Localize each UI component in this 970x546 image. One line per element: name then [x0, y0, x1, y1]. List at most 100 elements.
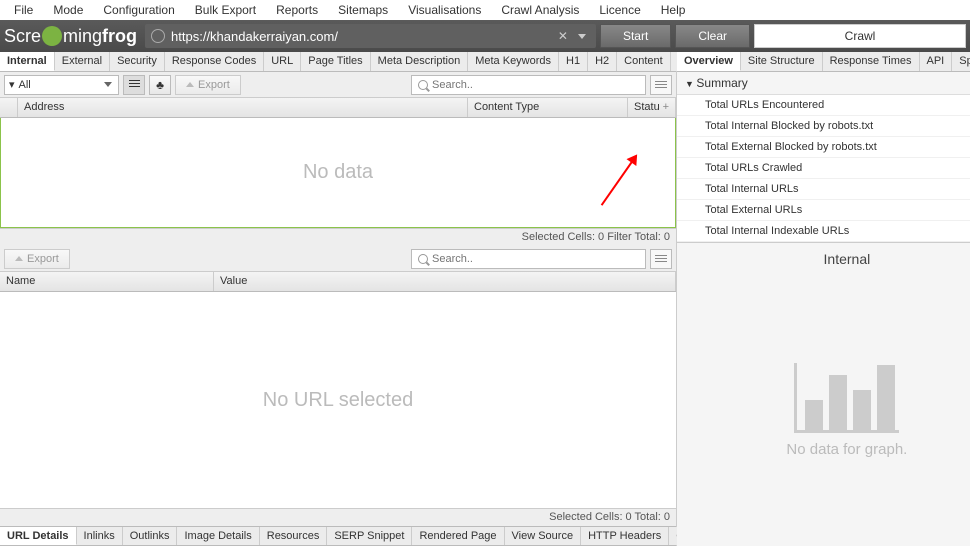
summary-item[interactable]: Total External Blocked by robots.txt	[677, 137, 970, 158]
detail-options-button[interactable]	[650, 249, 672, 269]
add-column-icon[interactable]: +	[663, 101, 669, 113]
tab-page-titles[interactable]: Page Titles	[301, 52, 370, 71]
url-bar[interactable]: ✕	[145, 24, 596, 48]
rtab-spelling-[interactable]: Spelling &	[952, 52, 970, 71]
clear-button[interactable]: Clear	[675, 24, 750, 48]
btab-http-headers[interactable]: HTTP Headers	[581, 527, 669, 545]
btab-image-details[interactable]: Image Details	[177, 527, 259, 545]
rtab-api[interactable]: API	[920, 52, 953, 71]
rtab-response-times[interactable]: Response Times	[823, 52, 920, 71]
chart-placeholder: No data for graph.	[786, 275, 907, 546]
detail-export-button[interactable]: Export	[4, 249, 70, 269]
tab-internal[interactable]: Internal	[0, 52, 55, 71]
grid-col-num[interactable]	[0, 98, 18, 117]
export-label: Export	[27, 253, 59, 265]
menu-crawl-analysis[interactable]: Crawl Analysis	[491, 1, 589, 19]
menu-bar: FileModeConfigurationBulk ExportReportsS…	[0, 0, 970, 20]
summary-item[interactable]: Total Internal Indexable URLs	[677, 221, 970, 242]
rtab-site-structure[interactable]: Site Structure	[741, 52, 823, 71]
top-tabs: InternalExternalSecurityResponse CodesUR…	[0, 52, 676, 72]
search-field[interactable]	[411, 75, 646, 95]
bar-chart-icon	[794, 363, 899, 433]
detail-header: Name Value	[0, 272, 676, 292]
tab-h2[interactable]: H2	[588, 52, 617, 71]
tab-response-codes[interactable]: Response Codes	[165, 52, 264, 71]
filter-label: All	[19, 79, 31, 91]
export-label: Export	[198, 79, 230, 91]
detail-toolbar: Export	[0, 246, 676, 272]
tab-external[interactable]: External	[55, 52, 110, 71]
options-button[interactable]	[650, 75, 672, 95]
bottom-tabs: URL DetailsInlinksOutlinksImage DetailsR…	[0, 526, 676, 546]
filter-select[interactable]: ▾All	[4, 75, 119, 95]
menu-mode[interactable]: Mode	[43, 1, 93, 19]
logo-text: frog	[102, 26, 137, 47]
tab-content[interactable]: Content	[617, 52, 671, 71]
menu-reports[interactable]: Reports	[266, 1, 328, 19]
btab-outlinks[interactable]: Outlinks	[123, 527, 178, 545]
tree-icon: ♣	[156, 78, 164, 92]
menu-sitemaps[interactable]: Sitemaps	[328, 1, 398, 19]
menu-configuration[interactable]: Configuration	[93, 1, 184, 19]
menu-file[interactable]: File	[4, 1, 43, 19]
summary-item[interactable]: Total Internal Blocked by robots.txt	[677, 116, 970, 137]
btab-resources[interactable]: Resources	[260, 527, 328, 545]
url-input[interactable]	[171, 29, 552, 44]
chart-empty-text: No data for graph.	[786, 441, 907, 458]
menu-licence[interactable]: Licence	[589, 1, 650, 19]
options-icon	[655, 81, 667, 89]
right-tabs: OverviewSite StructureResponse TimesAPIS…	[677, 52, 970, 72]
btab-serp-snippet[interactable]: SERP Snippet	[327, 527, 412, 545]
upload-icon	[15, 256, 23, 261]
mode-indicator[interactable]: Crawl	[754, 24, 966, 48]
clear-url-icon[interactable]: ✕	[558, 29, 568, 43]
menu-bulk-export[interactable]: Bulk Export	[185, 1, 266, 19]
summary-item[interactable]: Total URLs Crawled	[677, 158, 970, 179]
grid-status: Selected Cells: 0 Filter Total: 0	[0, 228, 676, 246]
summary-item[interactable]: Total Internal URLs	[677, 179, 970, 200]
export-button[interactable]: Export	[175, 75, 241, 95]
summary-item[interactable]: Total External URLs	[677, 200, 970, 221]
tab-meta-keywords[interactable]: Meta Keywords	[468, 52, 559, 71]
frog-icon	[42, 26, 62, 46]
detail-search-field[interactable]	[411, 249, 646, 269]
tree-view-button[interactable]: ♣	[149, 75, 171, 95]
detail-body: No URL selected	[0, 292, 676, 508]
detail-status: Selected Cells: 0 Total: 0	[0, 508, 676, 526]
url-dropdown-icon[interactable]	[578, 34, 586, 39]
chart-title: Internal	[816, 243, 879, 275]
grid-header: Address Content Type Statu+	[0, 98, 676, 118]
detail-search-input[interactable]	[432, 253, 639, 265]
options-icon	[655, 255, 667, 263]
list-icon	[129, 80, 140, 89]
search-icon	[418, 80, 428, 90]
grid-body: No data	[0, 118, 676, 228]
tab-url[interactable]: URL	[264, 52, 301, 71]
btab-inlinks[interactable]: Inlinks	[77, 527, 123, 545]
upload-icon	[186, 82, 194, 87]
detail-col-name[interactable]: Name	[0, 272, 214, 291]
start-button[interactable]: Start	[600, 24, 671, 48]
search-input[interactable]	[432, 79, 639, 91]
tab-meta-description[interactable]: Meta Description	[371, 52, 469, 71]
chart-panel: Internal No data for graph.	[677, 242, 970, 546]
btab-view-source[interactable]: View Source	[505, 527, 582, 545]
globe-icon	[151, 29, 165, 43]
main-toolbar: Scremingfrog ✕ Start Clear Crawl	[0, 20, 970, 52]
grid-col-address[interactable]: Address	[18, 98, 468, 117]
search-icon	[418, 254, 428, 264]
summary-item[interactable]: Total URLs Encountered	[677, 95, 970, 116]
list-view-button[interactable]	[123, 75, 145, 95]
tab-security[interactable]: Security	[110, 52, 165, 71]
btab-url-details[interactable]: URL Details	[0, 527, 77, 545]
grid-col-status[interactable]: Statu+	[628, 98, 676, 117]
btab-rendered-page[interactable]: Rendered Page	[412, 527, 504, 545]
summary-header[interactable]: Summary	[677, 72, 970, 95]
detail-col-value[interactable]: Value	[214, 272, 676, 291]
tab-h1[interactable]: H1	[559, 52, 588, 71]
menu-visualisations[interactable]: Visualisations	[398, 1, 491, 19]
grid-col-contenttype[interactable]: Content Type	[468, 98, 628, 117]
menu-help[interactable]: Help	[651, 1, 696, 19]
logo-text: Scre	[4, 26, 41, 47]
rtab-overview[interactable]: Overview	[677, 52, 741, 71]
